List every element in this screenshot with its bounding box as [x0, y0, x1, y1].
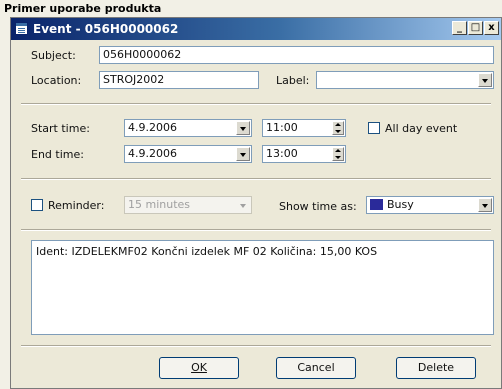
start-date-picker[interactable]: 4.9.2006 [124, 119, 252, 137]
window-app-icon [15, 22, 28, 35]
spin-arrows-icon[interactable] [332, 121, 344, 135]
start-time-label: Start time: [31, 122, 90, 135]
show-time-as-label: Show time as: [279, 200, 357, 213]
separator [21, 229, 491, 231]
figure-caption-text: Primer uporabe produkta [4, 2, 162, 15]
event-dialog: Event - 056H0000062 _ □ x Subject: 056H0… [10, 17, 502, 389]
spin-arrows-icon[interactable] [332, 147, 344, 161]
reminder-label: Reminder: [48, 199, 105, 212]
minimize-icon[interactable]: _ [452, 21, 467, 35]
dropdown-arrow-icon[interactable] [478, 73, 492, 87]
dropdown-arrow-icon[interactable] [236, 147, 250, 161]
dropdown-arrow-icon[interactable] [236, 198, 250, 212]
end-time-label: End time: [31, 148, 84, 161]
all-day-label: All day event [385, 122, 458, 135]
dropdown-arrow-icon[interactable] [236, 121, 250, 135]
delete-button[interactable]: Delete [396, 357, 476, 379]
separator [21, 345, 491, 347]
location-label: Location: [31, 74, 82, 87]
start-time-value: 11:00 [266, 121, 298, 134]
end-time-stepper[interactable]: 13:00 [262, 145, 346, 163]
maximize-icon[interactable]: □ [468, 21, 483, 35]
window-title: Event - 056H0000062 [33, 22, 179, 36]
show-time-as-select[interactable]: Busy [366, 196, 494, 214]
ok-button-label: OK [191, 361, 207, 374]
ok-button[interactable]: OK [159, 357, 239, 379]
all-day-checkbox[interactable] [368, 122, 380, 134]
end-date-picker[interactable]: 4.9.2006 [124, 145, 252, 163]
delete-button-label: Delete [417, 361, 455, 374]
end-time-value: 13:00 [266, 147, 298, 160]
notes-textarea[interactable]: Ident: IZDELEKMF02 Končni izdelek MF 02 … [31, 240, 494, 335]
close-icon[interactable]: x [484, 21, 499, 35]
label-select[interactable] [316, 71, 494, 89]
dropdown-arrow-icon[interactable] [478, 198, 492, 212]
end-date-value: 4.9.2006 [128, 147, 177, 160]
label-label: Label: [276, 74, 310, 87]
figure-caption: Primer uporabe produkta [0, 0, 502, 17]
title-bar[interactable]: Event - 056H0000062 _ □ x [11, 18, 501, 40]
separator [21, 103, 491, 105]
notes-text: Ident: IZDELEKMF02 Končni izdelek MF 02 … [36, 245, 378, 258]
reminder-checkbox[interactable] [31, 199, 43, 211]
busy-color-swatch [370, 199, 383, 210]
subject-label: Subject: [31, 49, 76, 62]
reminder-value: 15 minutes [128, 198, 191, 211]
separator [21, 178, 491, 180]
location-input[interactable]: STROJ2002 [99, 71, 259, 89]
cancel-button-label: Cancel [297, 361, 335, 374]
show-time-as-value: Busy [387, 198, 414, 211]
reminder-select[interactable]: 15 minutes [124, 196, 252, 214]
start-time-stepper[interactable]: 11:00 [262, 119, 346, 137]
subject-input[interactable]: 056H0000062 [99, 46, 494, 64]
start-date-value: 4.9.2006 [128, 121, 177, 134]
cancel-button[interactable]: Cancel [276, 357, 356, 379]
